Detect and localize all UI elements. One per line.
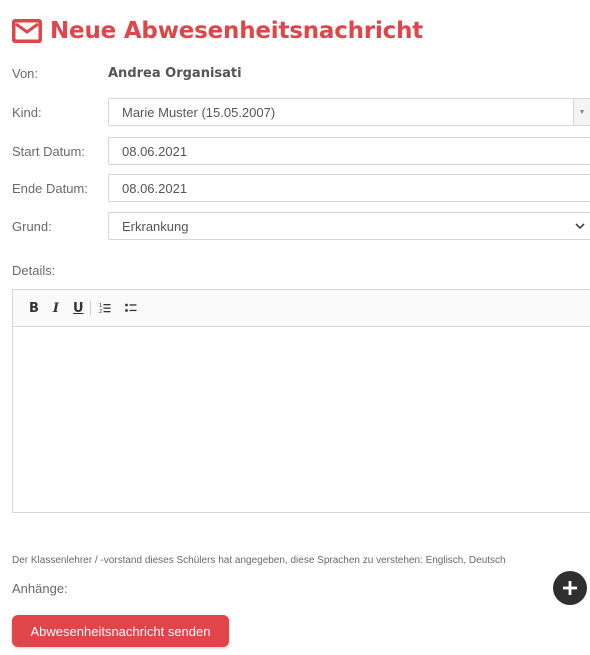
page-header: Neue Abwesenheitsnachricht xyxy=(12,16,423,46)
bold-button[interactable]: B xyxy=(29,301,39,316)
bullet-list-button[interactable] xyxy=(124,302,137,314)
ordered-list-button[interactable]: 1 2 xyxy=(99,302,111,314)
reason-select-value: Erkrankung xyxy=(122,218,189,234)
child-select[interactable]: Marie Muster (15.05.2007) ▼ xyxy=(108,98,590,126)
attachments-label: Anhänge: xyxy=(12,581,68,596)
end-date-value: 08.06.2021 xyxy=(122,180,188,196)
ordered-list-icon: 1 2 xyxy=(99,303,111,314)
end-date-label: Ende Datum: xyxy=(12,180,88,196)
plus-icon xyxy=(563,581,577,595)
svg-text:2: 2 xyxy=(99,309,102,314)
child-select-value: Marie Muster (15.05.2007) xyxy=(122,104,276,120)
language-note: Der Klassenlehrer / -vorstand dieses Sch… xyxy=(12,555,506,566)
reason-label: Grund: xyxy=(12,218,52,234)
start-date-input[interactable]: 08.06.2021 xyxy=(108,137,590,165)
from-row: Von: Andrea Organisati xyxy=(12,59,590,87)
chevron-down-icon[interactable] xyxy=(574,220,586,232)
bullet-list-icon xyxy=(124,303,137,312)
editor-content-area[interactable] xyxy=(13,327,590,512)
add-attachment-button[interactable] xyxy=(553,571,587,605)
reason-select[interactable]: Erkrankung xyxy=(108,212,590,240)
start-date-label: Start Datum: xyxy=(12,143,85,159)
toolbar-divider xyxy=(89,301,91,315)
envelope-icon xyxy=(12,19,42,43)
page-title: Neue Abwesenheitsnachricht xyxy=(50,18,424,44)
italic-button[interactable]: I xyxy=(53,301,59,316)
end-date-input[interactable]: 08.06.2021 xyxy=(108,174,590,202)
start-date-value: 08.06.2021 xyxy=(122,143,188,159)
details-label: Details: xyxy=(12,263,56,278)
child-label: Kind: xyxy=(12,104,42,120)
dropdown-arrow-icon[interactable]: ▼ xyxy=(573,99,590,125)
rich-text-editor: B I U 1 2 xyxy=(12,289,590,513)
from-label: Von: xyxy=(12,65,39,81)
underline-button[interactable]: U xyxy=(73,301,84,316)
from-value: Andrea Organisati xyxy=(108,65,242,81)
send-button[interactable]: Abwesenheitsnachricht senden xyxy=(12,615,229,647)
editor-toolbar: B I U 1 2 xyxy=(13,290,590,327)
